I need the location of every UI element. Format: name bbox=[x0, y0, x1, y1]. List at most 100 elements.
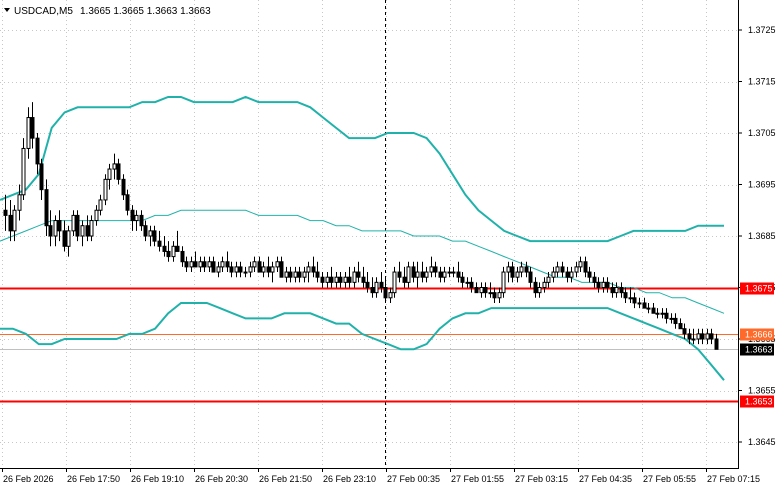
candle-body-bull bbox=[578, 261, 583, 268]
candle-body-bull bbox=[275, 261, 280, 268]
candle-body-bull bbox=[293, 271, 298, 278]
candle-body-bull bbox=[551, 271, 556, 278]
candle-body-bull bbox=[497, 292, 502, 299]
candle-body-bear bbox=[347, 276, 352, 283]
candle-body-bull bbox=[234, 266, 239, 273]
candle-body-bull bbox=[628, 297, 633, 300]
candle-body-bull bbox=[488, 292, 493, 295]
candle-body-bull bbox=[80, 225, 85, 237]
candle-body-bull bbox=[601, 281, 606, 289]
candle-body-bear bbox=[664, 312, 669, 319]
candle-body-bull bbox=[555, 266, 560, 273]
y-tick-label: 1.3645 bbox=[748, 437, 776, 447]
candle-body-bear bbox=[379, 281, 384, 289]
candle-body-bull bbox=[465, 281, 470, 284]
price-chart[interactable]: 1.3725 1.3715 1.3705 1.3695 1.3685 1.3675 1.36… bbox=[0, 0, 781, 489]
candle-body-bear bbox=[642, 302, 647, 309]
current-price-label: 1.3663 bbox=[745, 345, 773, 355]
candle-body-bear bbox=[651, 307, 656, 314]
x-tick-label: 26 Feb 23:10 bbox=[323, 474, 376, 484]
candle-body-bear bbox=[320, 276, 325, 283]
candle-body-bear bbox=[474, 287, 479, 294]
candle-body-bear bbox=[411, 266, 416, 278]
candle-body-bear bbox=[257, 261, 262, 273]
x-tick-label: 26 Feb 2026 bbox=[3, 474, 54, 484]
candle-body-bull bbox=[198, 261, 203, 268]
candle-body-bear bbox=[469, 281, 474, 289]
x-tick-label: 26 Feb 17:50 bbox=[67, 474, 120, 484]
candle-body-bear bbox=[121, 178, 126, 196]
candle-body-bear bbox=[460, 276, 465, 283]
candle-body-bull bbox=[691, 338, 696, 341]
candle-body-bear bbox=[361, 276, 366, 283]
candle-body-bull bbox=[646, 307, 651, 310]
candle-body-bull bbox=[574, 266, 579, 273]
candle-body-bull bbox=[148, 230, 153, 237]
candle-body-bear bbox=[288, 271, 293, 278]
candle-body-bear bbox=[152, 230, 157, 242]
candle-body-bull bbox=[261, 266, 266, 273]
x-tick-label: 26 Feb 19:10 bbox=[131, 474, 184, 484]
y-tick-label: 1.3655 bbox=[748, 386, 776, 396]
candle-body-bull bbox=[451, 271, 456, 274]
x-tick-label: 27 Feb 00:35 bbox=[387, 474, 440, 484]
candle-body-bear bbox=[338, 276, 343, 283]
level-price-label: 1.3666 bbox=[745, 330, 773, 340]
candle-body-bear bbox=[3, 209, 8, 216]
symbol-timeframe: USDCAD,M5 bbox=[14, 6, 73, 17]
candle-body-bear bbox=[533, 281, 538, 294]
candle-body-bear bbox=[48, 225, 53, 237]
candle-body-bear bbox=[279, 261, 284, 278]
candle-body-bear bbox=[162, 245, 167, 252]
candle-body-bull bbox=[343, 276, 348, 283]
candle-body-bear bbox=[492, 292, 497, 299]
candle-body-bear bbox=[370, 287, 375, 294]
candle-body-bull bbox=[637, 302, 642, 305]
candle-body-bear bbox=[139, 214, 144, 227]
candle-body-bear bbox=[57, 220, 62, 232]
candle-body-bull bbox=[352, 271, 357, 283]
candle-body-bear bbox=[682, 328, 687, 335]
candle-body-bear bbox=[700, 333, 705, 340]
candle-body-bear bbox=[709, 333, 714, 340]
candle-body-bear bbox=[433, 266, 438, 273]
candle-body-bull bbox=[669, 317, 674, 320]
candle-body-bull bbox=[374, 281, 379, 294]
candle-body-bear bbox=[225, 261, 230, 268]
candle-body-bull bbox=[614, 287, 619, 294]
candle-body-bear bbox=[510, 266, 515, 278]
x-tick-label: 27 Feb 03:15 bbox=[515, 474, 568, 484]
candle-body-bear bbox=[592, 276, 597, 283]
candle-body-bear bbox=[383, 287, 388, 299]
candle-body-bull bbox=[284, 271, 289, 278]
candle-body-bear bbox=[583, 261, 588, 273]
candle-body-bull bbox=[501, 271, 506, 294]
candle-body-bear bbox=[130, 209, 135, 222]
candle-body-bear bbox=[35, 137, 40, 165]
level-price-label: 1.3653 bbox=[745, 397, 773, 407]
candle-body-bear bbox=[714, 338, 719, 350]
candle-body-bull bbox=[447, 271, 452, 274]
candle-body-bear bbox=[524, 266, 529, 273]
x-tick-label: 27 Feb 01:55 bbox=[451, 474, 504, 484]
candle-body-bull bbox=[189, 261, 194, 268]
candle-body-bear bbox=[456, 271, 461, 278]
candle-body-bear bbox=[528, 271, 533, 283]
y-tick-label: 1.3715 bbox=[748, 77, 776, 87]
candle-body-bull bbox=[546, 276, 551, 283]
candle-body-bull bbox=[660, 312, 665, 315]
candle-body-bear bbox=[44, 189, 49, 227]
candle-body-bear bbox=[193, 261, 198, 268]
candle-body-bull bbox=[17, 194, 22, 211]
candle-body-bear bbox=[62, 230, 67, 247]
candle-body-bear bbox=[143, 225, 148, 237]
candle-body-bull bbox=[325, 276, 330, 283]
y-tick-label: 1.3695 bbox=[748, 180, 776, 190]
candle-body-bear bbox=[687, 333, 692, 340]
chart-header: USDCAD,M5 1.3665 1.3665 1.3663 1.3663 bbox=[4, 6, 211, 17]
x-tick-label: 26 Feb 20:30 bbox=[195, 474, 248, 484]
candle-body-bull bbox=[302, 271, 307, 278]
candle-body-bull bbox=[705, 333, 710, 340]
candle-body-bull bbox=[71, 214, 76, 232]
candle-body-bull bbox=[406, 266, 411, 283]
